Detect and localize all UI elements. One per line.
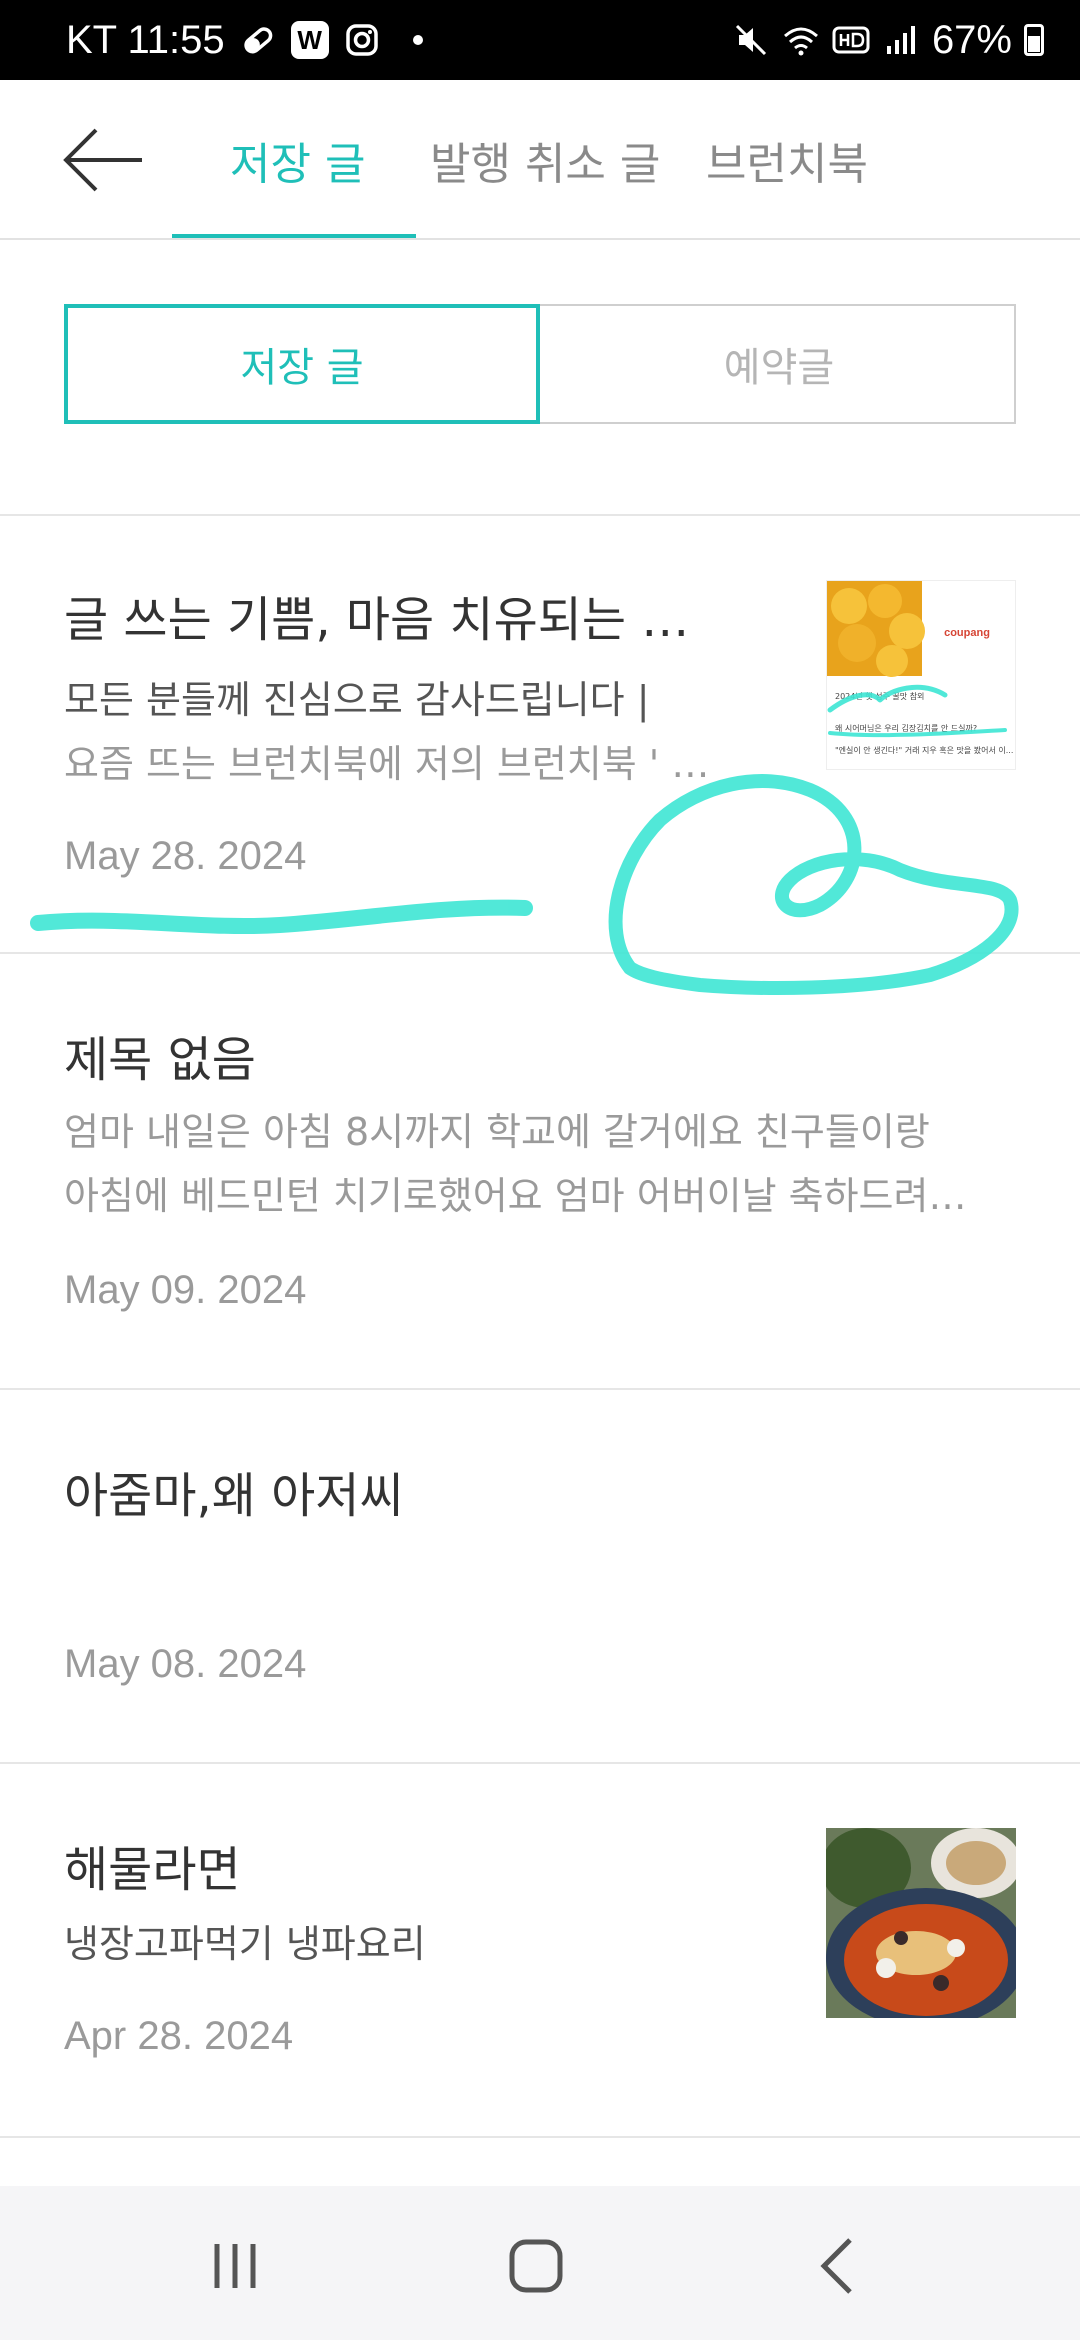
post-title: 해물라면 bbox=[64, 1842, 241, 1898]
battery-percent: 67% bbox=[931, 17, 1012, 62]
post-date: May 08. 2024 bbox=[64, 1642, 307, 1686]
tab-brunchbook[interactable]: 브런치북 bbox=[706, 128, 868, 192]
thumb-line: "엔실이 안 생긴다!" 거래 지우 혹은 맛을 봤어서 이... bbox=[835, 746, 1014, 755]
thumb-line: 2024년 햇 성주 꿀맛 참외 bbox=[835, 692, 925, 701]
battery-icon bbox=[1024, 24, 1044, 56]
post-date: May 09. 2024 bbox=[64, 1268, 307, 1312]
chevron-left-icon bbox=[820, 2238, 852, 2294]
system-back-button[interactable] bbox=[780, 2216, 900, 2316]
tab-saved-posts[interactable]: 저장 글 bbox=[230, 128, 365, 192]
list-divider bbox=[0, 952, 1080, 954]
post-excerpt-line: 아침에 베드민턴 치기로했어요 엄마 어버이날 축하드려… bbox=[64, 1174, 967, 1218]
segment-control: 저장 글 예약글 bbox=[64, 304, 1016, 424]
post-title: 아줌마,왜 아저씨 bbox=[64, 1468, 404, 1524]
home-icon bbox=[509, 2239, 563, 2293]
carrier-time: KT 11:55 bbox=[66, 17, 225, 62]
recent-apps-icon bbox=[214, 2244, 256, 2288]
system-nav-bar bbox=[0, 2186, 1080, 2340]
tab-unpublished-posts[interactable]: 발행 취소 글 bbox=[430, 128, 660, 192]
status-left: KT 11:55 W bbox=[66, 0, 423, 80]
w-app-icon: W bbox=[290, 21, 329, 59]
post-excerpt-line: 요즘 뜨는 브런치북에 저의 브런치북 ' … bbox=[64, 742, 710, 786]
post-thumbnail: coupang 2024년 햇 성주 꿀맛 참외 왜 시어머님은 우리 김장김치… bbox=[826, 580, 1016, 770]
mute-icon bbox=[732, 21, 770, 59]
notification-dot bbox=[412, 35, 423, 45]
hd-icon bbox=[832, 21, 870, 59]
pill-icon bbox=[239, 21, 277, 59]
post-date: May 28. 2024 bbox=[64, 834, 307, 878]
recent-apps-button[interactable] bbox=[175, 2216, 295, 2316]
signal-icon bbox=[882, 21, 920, 59]
list-divider bbox=[0, 2136, 1080, 2138]
segment-scheduled[interactable]: 예약글 bbox=[542, 306, 1016, 422]
active-tab-indicator bbox=[172, 234, 416, 238]
status-right: 67% bbox=[732, 0, 1044, 80]
list-divider bbox=[0, 514, 1080, 516]
post-excerpt-line: 모든 분들께 진심으로 감사드립니다 | bbox=[64, 678, 650, 722]
wifi-icon bbox=[782, 21, 820, 59]
list-divider bbox=[0, 1762, 1080, 1764]
post-date: Apr 28. 2024 bbox=[64, 2014, 294, 2058]
post-excerpt-line: 엄마 내일은 아침 8시까지 학교에 갈거에요 친구들이랑 bbox=[64, 1110, 930, 1154]
status-bar: KT 11:55 W 67% bbox=[0, 0, 1080, 80]
back-button[interactable] bbox=[60, 125, 150, 195]
post-excerpt-line: 냉장고파먹기 냉파요리 bbox=[64, 1922, 426, 1966]
thumb-brand: coupang bbox=[944, 627, 990, 639]
back-arrow-icon bbox=[63, 128, 142, 192]
post-title: 제목 없음 bbox=[64, 1032, 256, 1088]
thumb-line: 왜 시어머님은 우리 김장김치를 안 드실까? bbox=[835, 724, 978, 733]
list-divider bbox=[0, 1388, 1080, 1390]
post-title: 글 쓰는 기쁨, 마음 치유되는 … bbox=[64, 592, 690, 648]
post-thumbnail bbox=[826, 1828, 1016, 2018]
home-button[interactable] bbox=[476, 2216, 596, 2316]
header: 저장 글 발행 취소 글 브런치북 bbox=[0, 80, 1080, 240]
instagram-icon bbox=[343, 21, 381, 59]
segment-saved[interactable]: 저장 글 bbox=[64, 304, 540, 424]
